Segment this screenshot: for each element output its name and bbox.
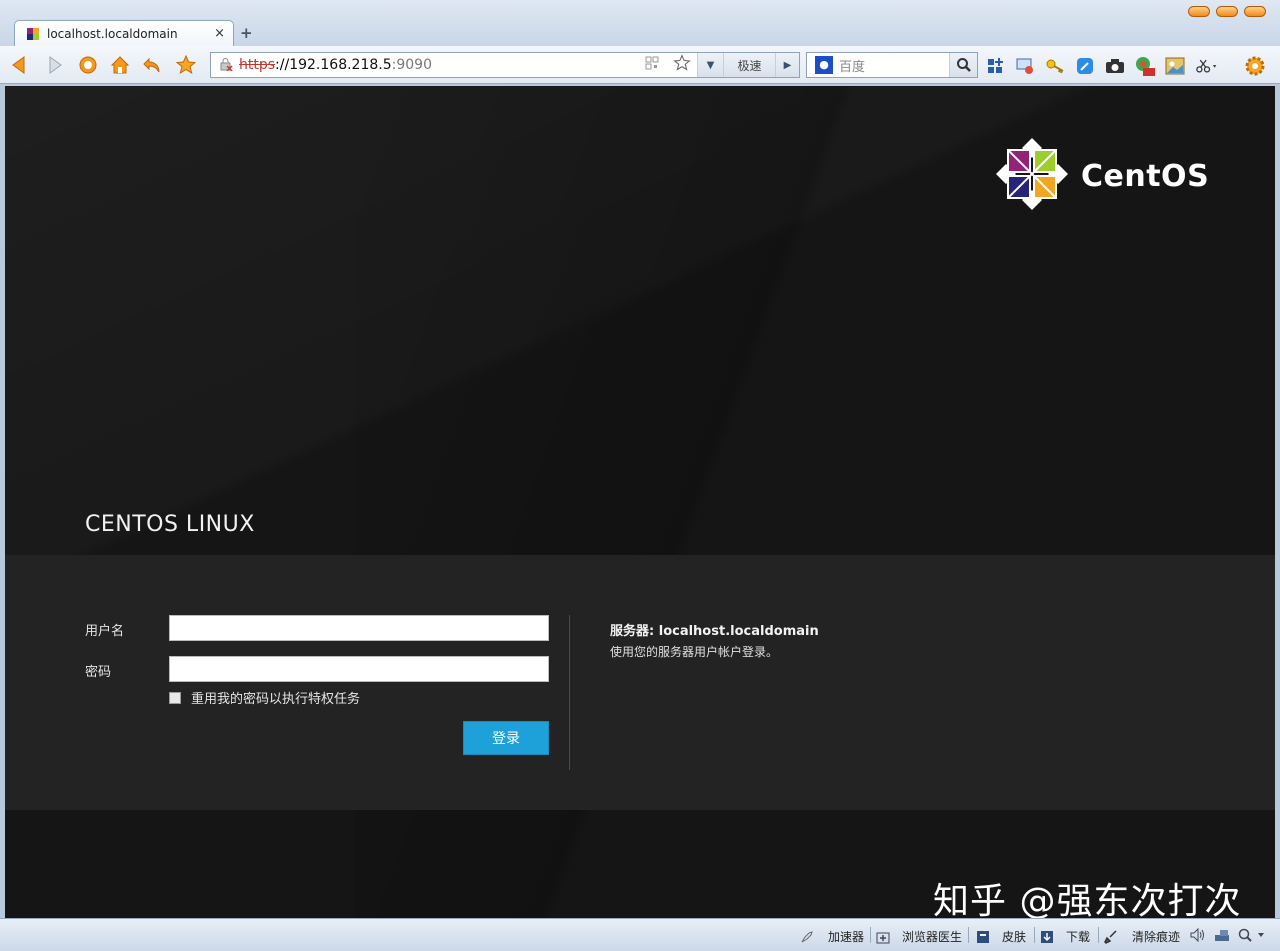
tab-title: localhost.localdomain bbox=[47, 26, 178, 41]
browser-titlebar: localhost.localdomain × + bbox=[0, 0, 1280, 46]
apps-grid-icon[interactable] bbox=[984, 55, 1006, 77]
login-hint: 使用您的服务器用户帐户登录。 bbox=[610, 645, 779, 659]
url-host: 192.168.218.5 bbox=[289, 57, 392, 73]
download-label: 下载 bbox=[1066, 930, 1091, 944]
login-button-label: 登录 bbox=[492, 731, 520, 747]
address-url[interactable]: https://192.168.218.5:9090 bbox=[239, 57, 637, 73]
minimize-button[interactable] bbox=[1188, 6, 1210, 17]
username-label: 用户名 bbox=[85, 624, 125, 639]
server-name: localhost.localdomain bbox=[658, 624, 819, 639]
favorites-star-icon[interactable] bbox=[174, 53, 198, 77]
speed-mode-button[interactable]: 极速 bbox=[723, 53, 775, 77]
refresh-icon[interactable] bbox=[76, 53, 100, 77]
scissors-icon[interactable] bbox=[1196, 55, 1218, 77]
server-info: 服务器: localhost.localdomain bbox=[610, 620, 819, 639]
notes-icon[interactable] bbox=[1074, 55, 1096, 77]
url-port: :9090 bbox=[391, 57, 432, 73]
search-box[interactable]: ● 百度 bbox=[806, 52, 978, 78]
tab-localhost[interactable]: localhost.localdomain × bbox=[14, 20, 234, 46]
ad-block-off-icon[interactable] bbox=[1134, 55, 1156, 77]
download-button[interactable]: 下载 bbox=[1040, 928, 1090, 945]
clear-traces-label: 清除痕迹 bbox=[1132, 930, 1181, 944]
baidu-paw-icon: ● bbox=[815, 56, 833, 74]
address-dropdown-icon[interactable]: ▼ bbox=[697, 53, 723, 77]
url-separator: :// bbox=[275, 57, 290, 73]
accelerator-label: 加速器 bbox=[828, 930, 865, 944]
close-window-button[interactable] bbox=[1244, 6, 1266, 17]
reuse-password-option[interactable]: 重用我的密码以执行特权任务 bbox=[169, 688, 360, 707]
first-aid-icon bbox=[876, 930, 890, 944]
skin-label: 皮肤 bbox=[1002, 930, 1027, 944]
address-bar[interactable]: https://192.168.218.5:9090 ▼ 极速 ▶ bbox=[210, 52, 800, 78]
password-label: 密码 bbox=[85, 665, 112, 680]
browser-doctor-button[interactable]: 浏览器医生 bbox=[876, 928, 962, 945]
tab-close-icon[interactable]: × bbox=[214, 26, 225, 41]
reuse-password-checkbox[interactable] bbox=[169, 691, 181, 704]
broom-icon bbox=[1104, 929, 1118, 944]
statusbar-separator bbox=[1098, 927, 1099, 943]
forward-icon[interactable] bbox=[42, 53, 66, 77]
key-icon[interactable] bbox=[1044, 55, 1066, 77]
password-input[interactable] bbox=[169, 656, 549, 682]
url-scheme: https bbox=[239, 57, 276, 73]
network-icon[interactable] bbox=[1214, 928, 1230, 942]
screen-monitor-icon[interactable] bbox=[1014, 55, 1036, 77]
statusbar-separator bbox=[870, 927, 871, 943]
reuse-password-label: 重用我的密码以执行特权任务 bbox=[191, 692, 361, 707]
speed-mode-label: 极速 bbox=[737, 58, 762, 73]
login-panel: 用户名 密码 重用我的密码以执行特权任务 登录 服务器: localhost.l… bbox=[5, 555, 1275, 810]
download-icon bbox=[1040, 930, 1054, 944]
skin-icon bbox=[976, 930, 990, 944]
settings-gear-icon[interactable] bbox=[1244, 55, 1266, 77]
undo-close-icon[interactable] bbox=[140, 53, 164, 77]
new-tab-button[interactable]: + bbox=[240, 24, 253, 42]
page-viewport: CentOS CENTOS LINUX 用户名 密码 重用我的密码以执行特权任务… bbox=[5, 86, 1275, 918]
volume-icon[interactable] bbox=[1190, 928, 1206, 942]
go-icon[interactable]: ▶ bbox=[775, 53, 799, 77]
statusbar-separator bbox=[1034, 927, 1035, 943]
browser-toolbar: https://192.168.218.5:9090 ▼ 极速 ▶ ● 百度 bbox=[0, 46, 1280, 84]
panel-divider bbox=[569, 615, 570, 770]
maximize-button[interactable] bbox=[1216, 6, 1238, 17]
browser-doctor-label: 浏览器医生 bbox=[902, 930, 963, 944]
browser-statusbar: 加速器 浏览器医生 皮肤 下载 清除痕迹 bbox=[0, 918, 1280, 951]
os-title: CENTOS LINUX bbox=[85, 512, 255, 537]
wallpaper-icon[interactable] bbox=[1164, 55, 1186, 77]
accelerator-button[interactable]: 加速器 bbox=[800, 928, 864, 945]
camera-icon[interactable] bbox=[1104, 55, 1126, 77]
bookmark-star-icon[interactable] bbox=[667, 54, 697, 76]
login-button[interactable]: 登录 bbox=[463, 721, 549, 755]
zhihu-watermark: 知乎 @强东次打次 bbox=[933, 881, 1242, 918]
clear-traces-button[interactable]: 清除痕迹 bbox=[1104, 928, 1180, 945]
centos-brand: CentOS bbox=[995, 138, 1215, 214]
back-icon[interactable] bbox=[8, 53, 32, 77]
skin-button[interactable]: 皮肤 bbox=[976, 928, 1026, 945]
username-input[interactable] bbox=[169, 615, 549, 641]
home-icon[interactable] bbox=[108, 53, 132, 77]
rocket-icon bbox=[800, 930, 814, 944]
server-label: 服务器: bbox=[610, 624, 655, 639]
zoom-icon[interactable] bbox=[1238, 928, 1266, 942]
search-icon[interactable] bbox=[949, 53, 977, 77]
centos-favicon-icon bbox=[25, 26, 41, 42]
search-placeholder: 百度 bbox=[839, 59, 866, 75]
centos-logo-icon bbox=[995, 137, 1069, 215]
centos-brand-text: CentOS bbox=[1081, 158, 1210, 194]
statusbar-separator bbox=[968, 927, 969, 943]
insecure-lock-icon bbox=[219, 57, 239, 74]
qr-code-icon[interactable] bbox=[637, 56, 667, 74]
